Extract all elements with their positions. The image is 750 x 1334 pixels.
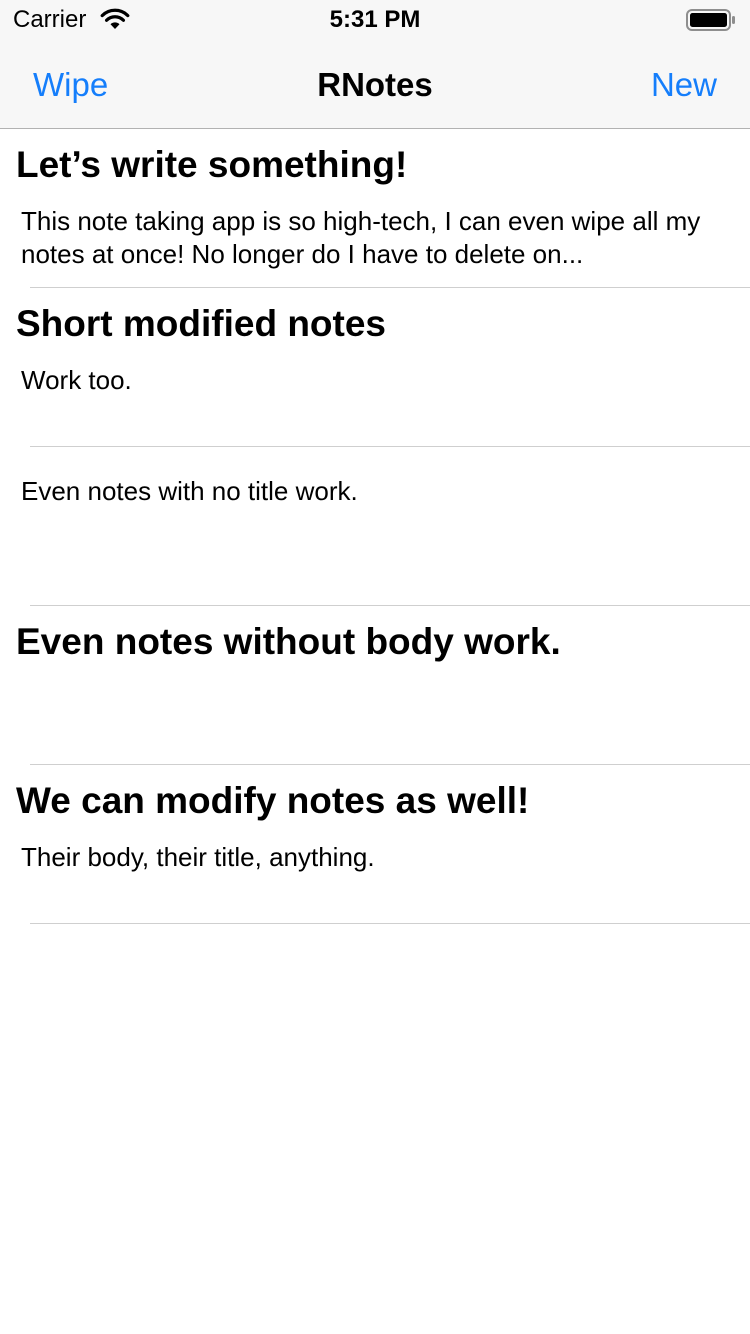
note-row[interactable]: Even notes with no title work. <box>0 447 750 606</box>
clock-label: 5:31 PM <box>329 6 421 33</box>
note-body: This note taking app is so high-tech, I … <box>21 206 701 269</box>
note-row[interactable]: Even notes without body work. <box>0 606 750 765</box>
navigation-bar: Wipe RNotes New <box>0 40 750 128</box>
top-bar: Carrier 5:31 PM Wipe RNotes New <box>0 0 750 129</box>
new-note-button[interactable]: New <box>651 66 717 104</box>
note-body: Even notes with no title work. <box>21 476 358 506</box>
note-title: Even notes without body work. <box>16 621 561 662</box>
note-row[interactable]: Let’s write something! This note taking … <box>0 129 750 288</box>
page-title: RNotes <box>317 66 433 103</box>
note-title: Short modified notes <box>16 303 386 344</box>
status-bar: Carrier 5:31 PM <box>0 0 750 40</box>
note-body: Their body, their title, anything. <box>21 842 375 872</box>
note-title: Let’s write something! <box>16 144 408 185</box>
note-row[interactable]: Short modified notes Work too. <box>0 288 750 447</box>
note-body: Work too. <box>21 365 132 395</box>
row-divider <box>30 923 750 924</box>
notes-list: Let’s write something! This note taking … <box>0 129 750 924</box>
note-title: We can modify notes as well! <box>16 780 530 821</box>
note-row[interactable]: We can modify notes as well! Their body,… <box>0 765 750 924</box>
battery-icon <box>686 9 735 31</box>
